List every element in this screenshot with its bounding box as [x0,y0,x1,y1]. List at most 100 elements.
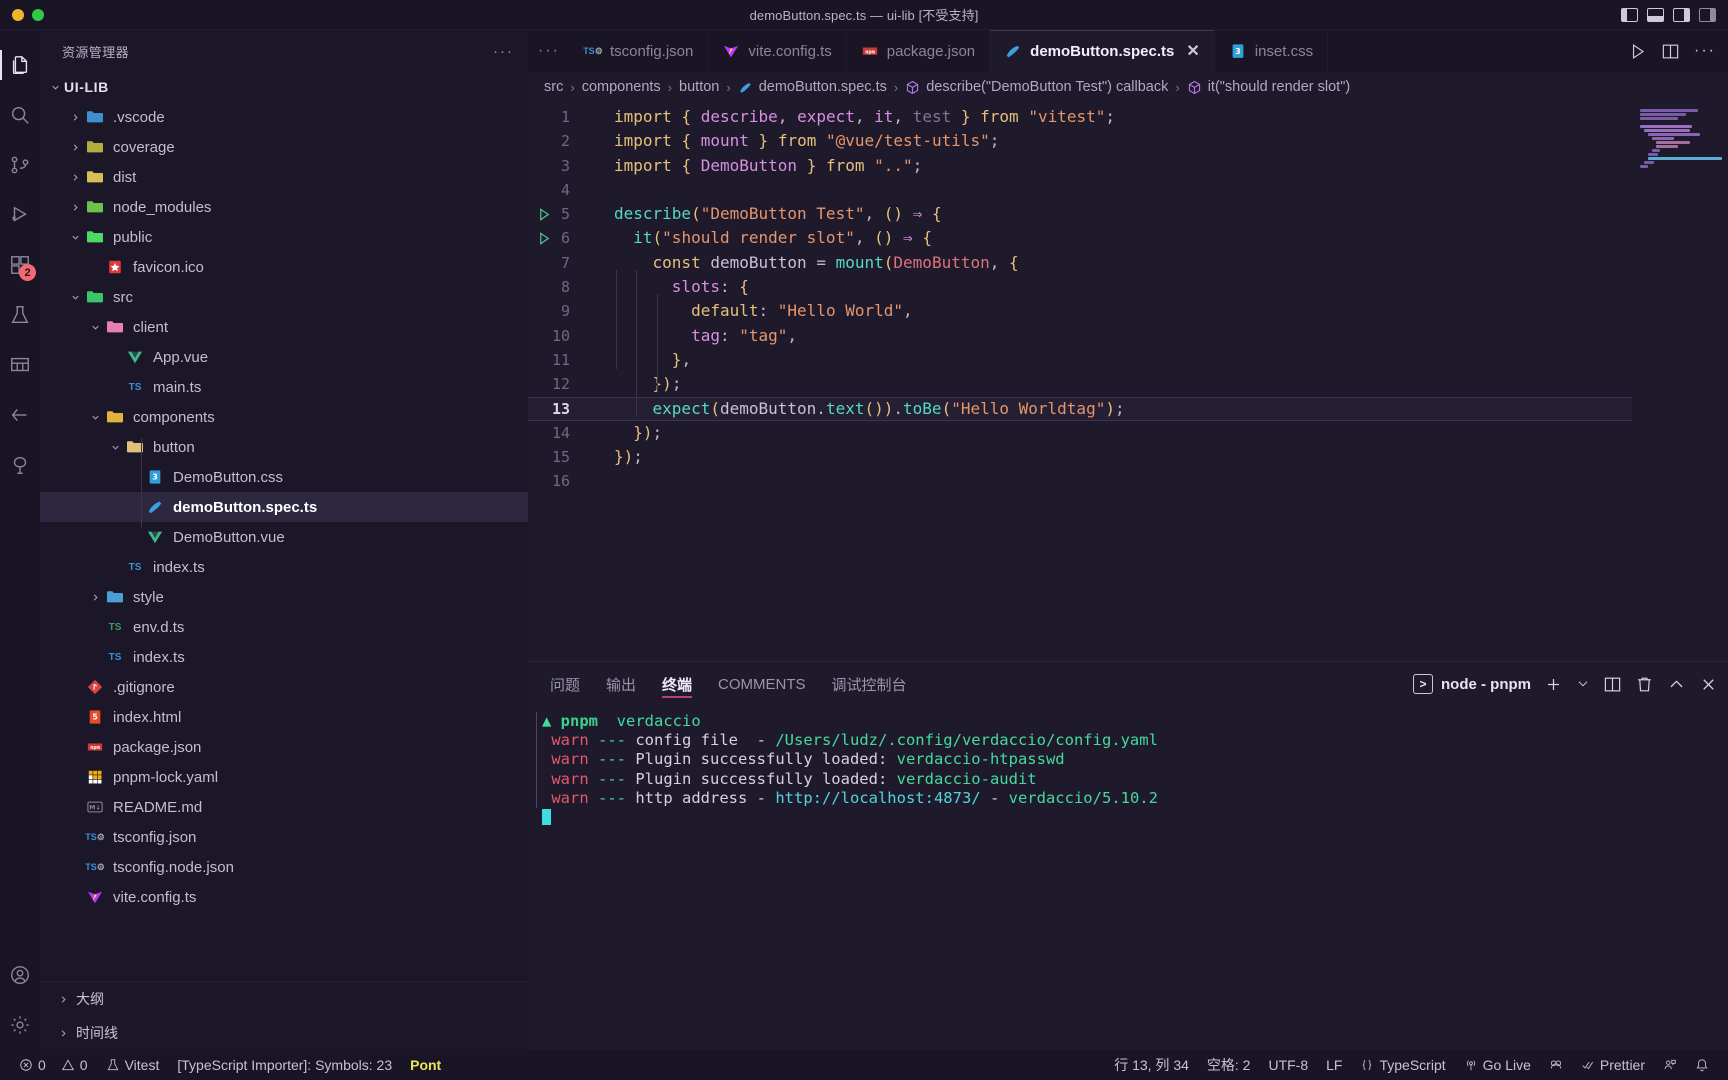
tree-file-env-d-ts[interactable]: TS env.d.ts [40,612,528,642]
panel-tabs[interactable]: 问题 输出 终端 COMMENTS 调试控制台 [550,662,907,706]
activity-search[interactable] [0,90,40,140]
layout-panel-icon[interactable] [1699,7,1716,22]
editor-tabs[interactable]: TS ⚙ tsconfig.json vite.config.ts npm package… [570,30,1616,72]
code-line[interactable]: 15}); [528,445,1728,469]
tree-file-tsconfig-node-json[interactable]: TS ⚙ tsconfig.node.json [40,852,528,882]
code-line[interactable]: 9 default: "Hello World", [528,299,1728,323]
activity-extensions[interactable]: 2 [0,240,40,290]
tree-file-main-ts[interactable]: TS main.ts [40,372,528,402]
tree-file-demobutton-vue[interactable]: DemoButton.vue [40,522,528,552]
status-indentation[interactable]: 空格: 2 [1198,1055,1260,1075]
activity-run-debug[interactable] [0,190,40,240]
maximize-button[interactable] [32,8,44,21]
panel-tab-3[interactable]: COMMENTS [718,662,806,706]
terminal-dropdown-icon[interactable] [1576,677,1590,691]
tree-folder-dist[interactable]: dist [40,162,528,192]
status-eol[interactable]: LF [1317,1057,1351,1073]
tree-root[interactable]: UI-LIB [40,72,528,102]
code-line[interactable]: 5 describe("DemoButton Test", () ⇒ { [528,202,1728,226]
breadcrumb-item[interactable]: it("should render slot") [1187,79,1350,95]
tree-file--gitignore[interactable]: .gitignore [40,672,528,702]
status-vitest[interactable]: Vitest [97,1057,169,1073]
tree-folder-public[interactable]: public [40,222,528,252]
activity-database[interactable] [0,340,40,390]
breadcrumb[interactable]: src › components › button › demoButton.spec.ts… [528,72,1728,102]
new-terminal-icon[interactable] [1544,675,1563,694]
breadcrumb-item[interactable]: describe("DemoButton Test") callback [905,79,1168,95]
terminal-body[interactable]: ▲ pnpm verdaccio warn --- config file - … [528,706,1728,1050]
status-ts-importer[interactable]: [TypeScript Importer]: Symbols: 23 [168,1057,401,1073]
outline-section[interactable]: 大纲 [40,982,528,1016]
activity-remote[interactable] [0,390,40,440]
run-test-icon[interactable] [534,231,554,246]
tree-folder-coverage[interactable]: coverage [40,132,528,162]
tree-file-index-ts[interactable]: TS index.ts [40,642,528,672]
split-terminal-icon[interactable] [1603,675,1622,694]
editor-actions[interactable]: ··· [1616,30,1728,72]
more-actions-icon[interactable]: ··· [1694,42,1716,60]
code-editor[interactable]: 1 import { describe, expect, it, test } f… [528,102,1728,661]
status-notifications[interactable] [1686,1058,1718,1072]
code-line[interactable]: 4 [528,178,1728,202]
tree-file-package-json[interactable]: npm package.json [40,732,528,762]
status-encoding[interactable]: UTF-8 [1259,1057,1317,1073]
breadcrumb-item[interactable]: src [544,79,563,95]
tree-file-pnpm-lock-yaml[interactable]: pnpm-lock.yaml [40,762,528,792]
window-controls[interactable] [0,8,44,21]
tree-folder-style[interactable]: style [40,582,528,612]
terminal-selector[interactable]: > node - pnpm [1413,674,1531,694]
close-panel-icon[interactable] [1699,675,1718,694]
code-line[interactable]: 1 import { describe, expect, it, test } f… [528,105,1728,129]
run-icon[interactable] [1628,42,1647,61]
panel-tab-1[interactable]: 输出 [606,662,636,706]
code-line[interactable]: 12 }); [528,372,1728,396]
kill-terminal-icon[interactable] [1635,675,1654,694]
panel-tab-4[interactable]: 调试控制台 [832,662,907,706]
file-tree[interactable]: UI-LIB .vscode coverage dist node_modules pu… [40,72,528,981]
tree-file-app-vue[interactable]: App.vue [40,342,528,372]
panel-actions[interactable]: > node - pnpm [1413,674,1728,694]
status-error-count[interactable]: 0 0 [10,1057,97,1073]
activity-accounts[interactable] [0,950,40,1000]
status-vscode-pets[interactable] [1540,1058,1572,1072]
tree-folder-node-modules[interactable]: node_modules [40,192,528,222]
tree-file-tsconfig-json[interactable]: TS ⚙ tsconfig.json [40,822,528,852]
editor-tab-demobutton-spec-ts[interactable]: demoButton.spec.ts ✕ [990,30,1215,72]
code-line[interactable]: 16 [528,469,1728,493]
tree-file-favicon-ico[interactable]: favicon.ico [40,252,528,282]
code-line[interactable]: 10 tag: "tag", [528,324,1728,348]
minimap[interactable] [1632,102,1728,661]
code-line[interactable]: 6 it("should render slot", () ⇒ { [528,226,1728,250]
editor-tab-tsconfig-json[interactable]: TS ⚙ tsconfig.json [570,30,709,72]
breadcrumb-item[interactable]: demoButton.spec.ts [738,79,887,95]
activity-explorer[interactable] [0,40,40,90]
code-line[interactable]: 14 }); [528,421,1728,445]
close-icon[interactable]: ✕ [1186,41,1199,61]
maximize-panel-icon[interactable] [1667,675,1686,694]
timeline-section[interactable]: 时间线 [40,1016,528,1050]
code-line[interactable]: 8 slots: { [528,275,1728,299]
tree-folder-button[interactable]: button [40,432,528,462]
tree-file-demobutton-spec-ts[interactable]: demoButton.spec.ts [40,492,528,522]
code-line[interactable]: 3 import { DemoButton } from ".."; [528,154,1728,178]
tree-file-readme-md[interactable]: M↓ README.md [40,792,528,822]
editor-tab-package-json[interactable]: npm package.json [847,30,991,72]
tree-file-index-html[interactable]: 5 index.html [40,702,528,732]
tree-file-vite-config-ts[interactable]: vite.config.ts [40,882,528,912]
breadcrumb-item[interactable]: components [582,79,661,95]
activity-testing[interactable] [0,290,40,340]
tree-file-index-ts[interactable]: TS index.ts [40,552,528,582]
split-editor-icon[interactable] [1661,42,1680,61]
layout-left-icon[interactable] [1621,7,1638,22]
code-content[interactable]: 1 import { describe, expect, it, test } f… [528,102,1728,494]
panel-tab-2[interactable]: 终端 [662,662,693,706]
activity-settings[interactable] [0,1000,40,1050]
tree-folder-src[interactable]: src [40,282,528,312]
tabs-overflow-icon[interactable]: ··· [528,30,570,72]
breadcrumb-item[interactable]: button [679,79,719,95]
explorer-more-icon[interactable]: ··· [493,43,514,60]
code-line[interactable]: 7 const demoButton = mount(DemoButton, { [528,251,1728,275]
status-prettier[interactable]: Prettier [1572,1057,1654,1073]
status-go-live[interactable]: Go Live [1455,1057,1540,1073]
run-test-icon[interactable] [534,207,554,222]
